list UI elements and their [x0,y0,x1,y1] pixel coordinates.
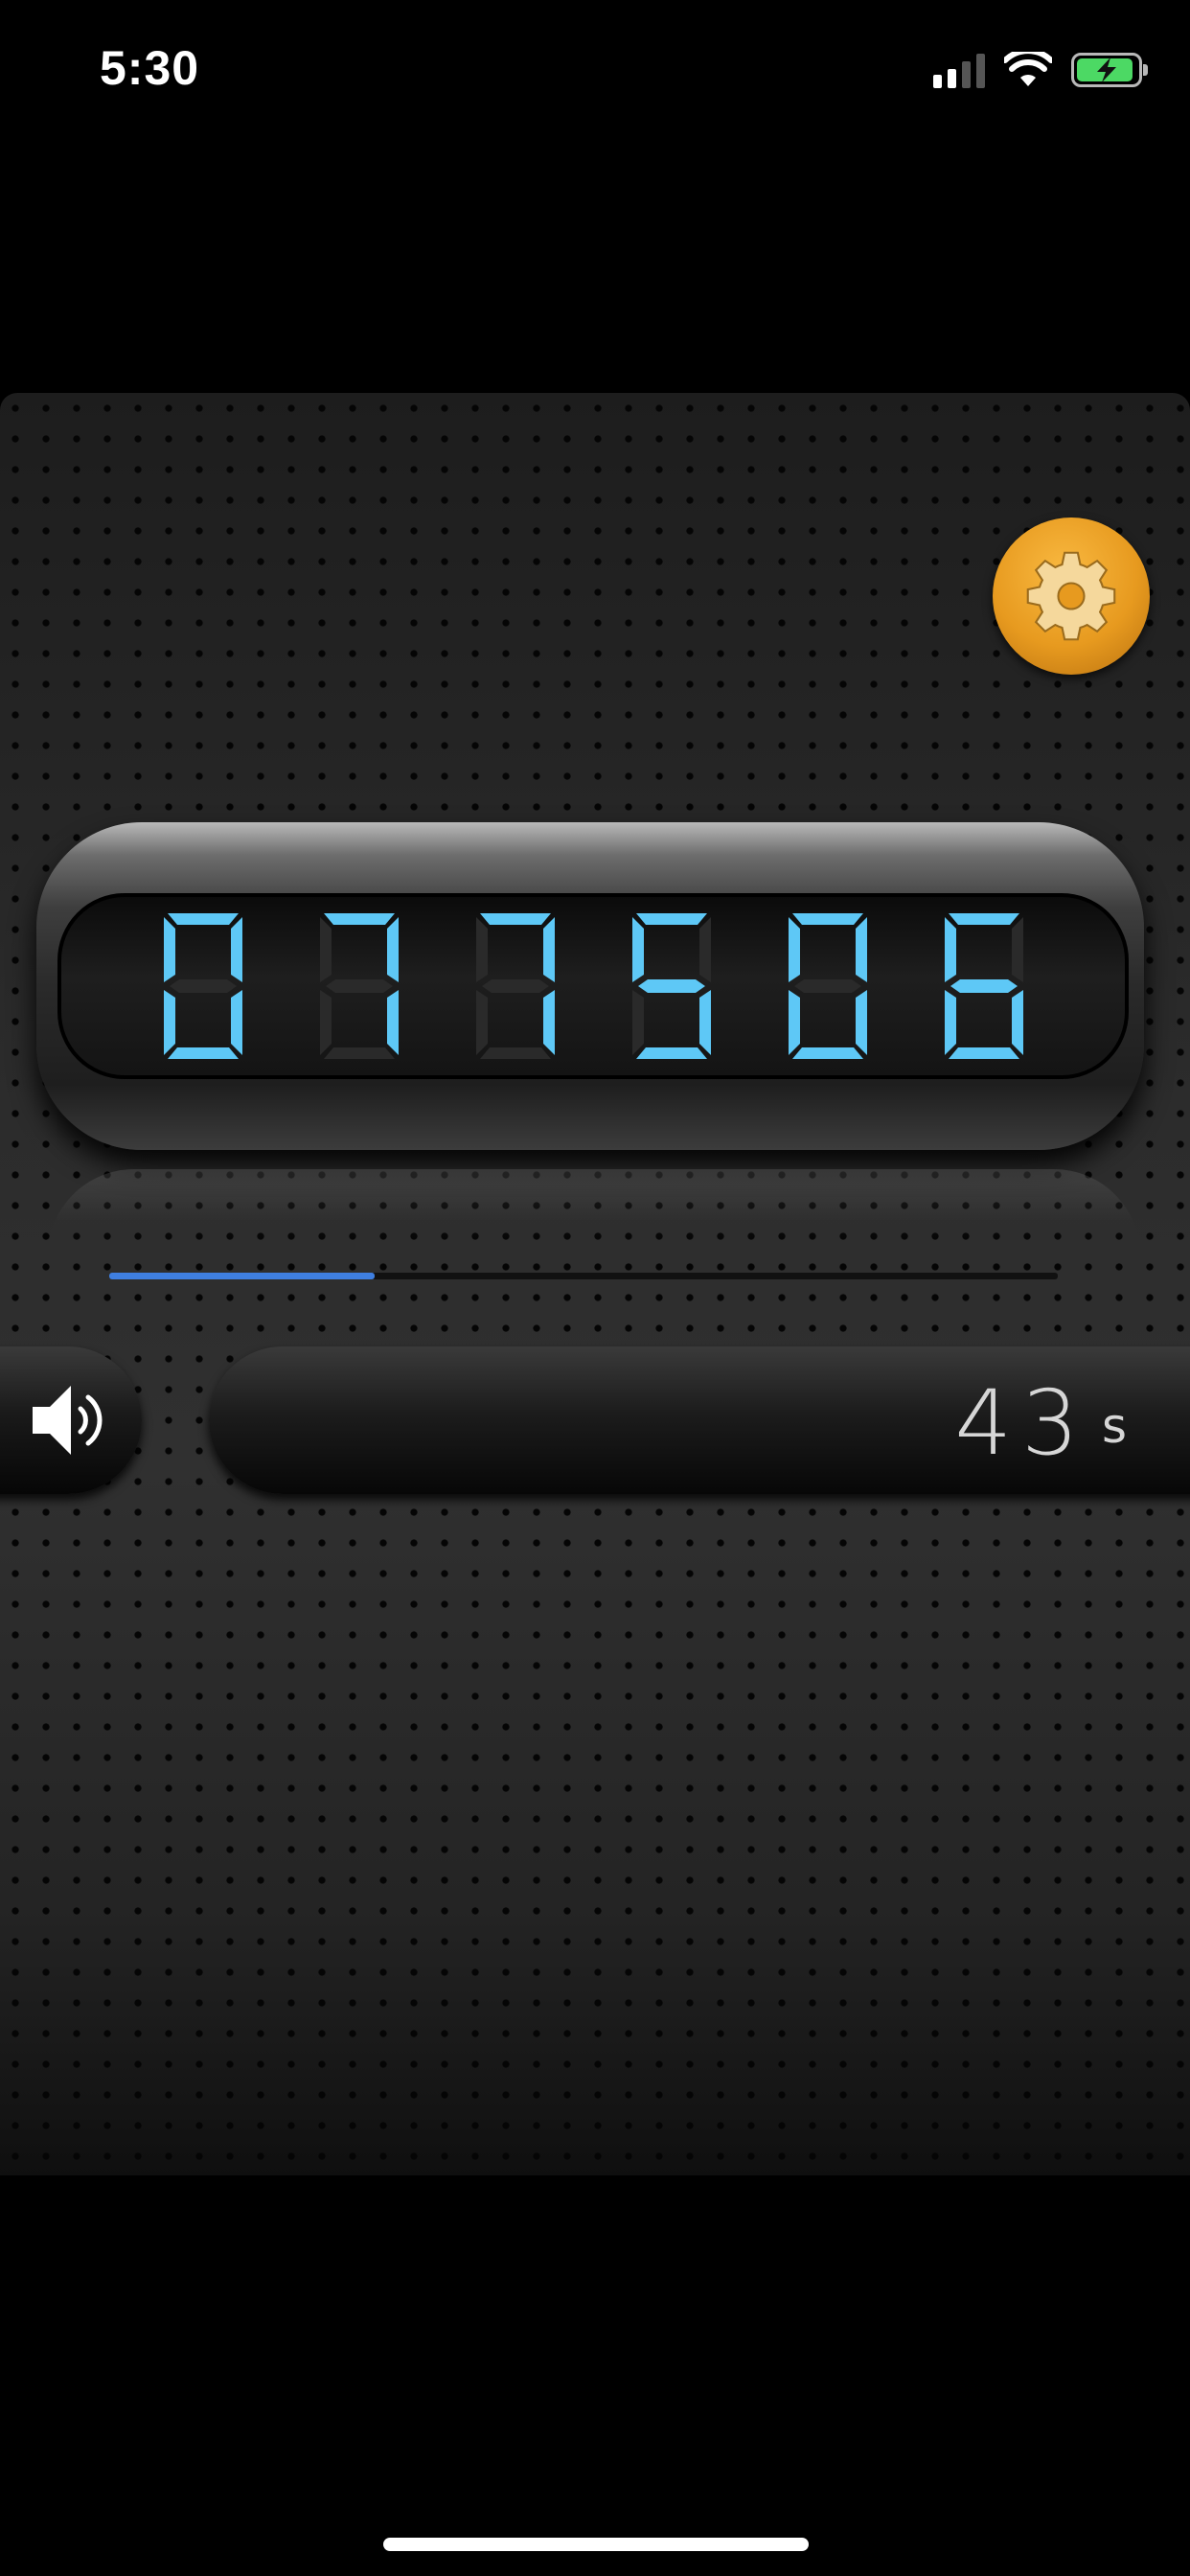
digit-segment-a [479,913,551,925]
settings-button[interactable] [993,518,1150,675]
digit-segment-f [788,917,800,982]
digit-segment-b [230,917,242,982]
digit-segment-a [323,913,395,925]
speaker-icon [33,1386,103,1455]
counter-digit: 0 [150,908,256,1065]
counter-digit: 0 [775,908,881,1065]
digit-segment-g [950,979,1018,993]
digit-segment-g [637,979,705,993]
digit-segment-d [323,1047,395,1059]
digit-segment-c [1011,990,1023,1055]
digit-display: 077506 [57,893,1129,1079]
digit-segment-f [944,917,956,982]
digit-segment-a [167,913,239,925]
digit-segment-e [319,990,332,1055]
counter-digit: 7 [463,908,568,1065]
digit-segment-a [635,913,707,925]
digit-segment-g [325,979,393,993]
timer-value: 43 [954,1371,1088,1476]
digit-segment-f [631,917,644,982]
digit-segment-c [542,990,555,1055]
digit-segment-e [475,990,488,1055]
cellular-signal-icon [933,52,985,88]
digit-segment-d [948,1047,1019,1059]
digit-segment-g [169,979,237,993]
digit-segment-d [635,1047,707,1059]
gear-icon [1026,551,1116,641]
game-panel [0,393,1190,2175]
digit-segment-b [698,917,711,982]
progress-fill [109,1273,376,1279]
digit-segment-c [855,990,867,1055]
digit-segment-f [163,917,175,982]
digit-segment-b [386,917,399,982]
counter-digit: 6 [931,908,1037,1065]
status-bar: 5:30 [0,0,1190,144]
digit-segment-g [793,979,861,993]
timer-display: 43 s [209,1346,1190,1494]
battery-charging-icon [1071,53,1148,87]
counter-digit: 7 [307,908,412,1065]
digit-segment-d [791,1047,863,1059]
counter-reflection [48,1169,1140,1255]
digit-segment-b [855,917,867,982]
home-indicator[interactable] [383,2538,809,2551]
digit-segment-c [230,990,242,1055]
digit-segment-g [481,979,549,993]
counter-digit: 5 [619,908,724,1065]
digit-segment-e [163,990,175,1055]
digit-segment-f [475,917,488,982]
sound-toggle-button[interactable] [0,1346,142,1494]
digit-segment-c [386,990,399,1055]
digit-segment-e [944,990,956,1055]
timer-unit: s [1101,1398,1127,1454]
status-time: 5:30 [100,41,200,95]
digit-segment-f [319,917,332,982]
progress-bar [109,1273,1058,1279]
digit-segment-a [791,913,863,925]
digit-segment-b [1011,917,1023,982]
digit-segment-d [479,1047,551,1059]
digit-segment-e [631,990,644,1055]
wifi-icon [1004,52,1052,86]
digit-segment-c [698,990,711,1055]
digit-segment-e [788,990,800,1055]
status-icons [933,48,1148,92]
digit-segment-a [948,913,1019,925]
digit-segment-b [542,917,555,982]
digit-segment-d [167,1047,239,1059]
